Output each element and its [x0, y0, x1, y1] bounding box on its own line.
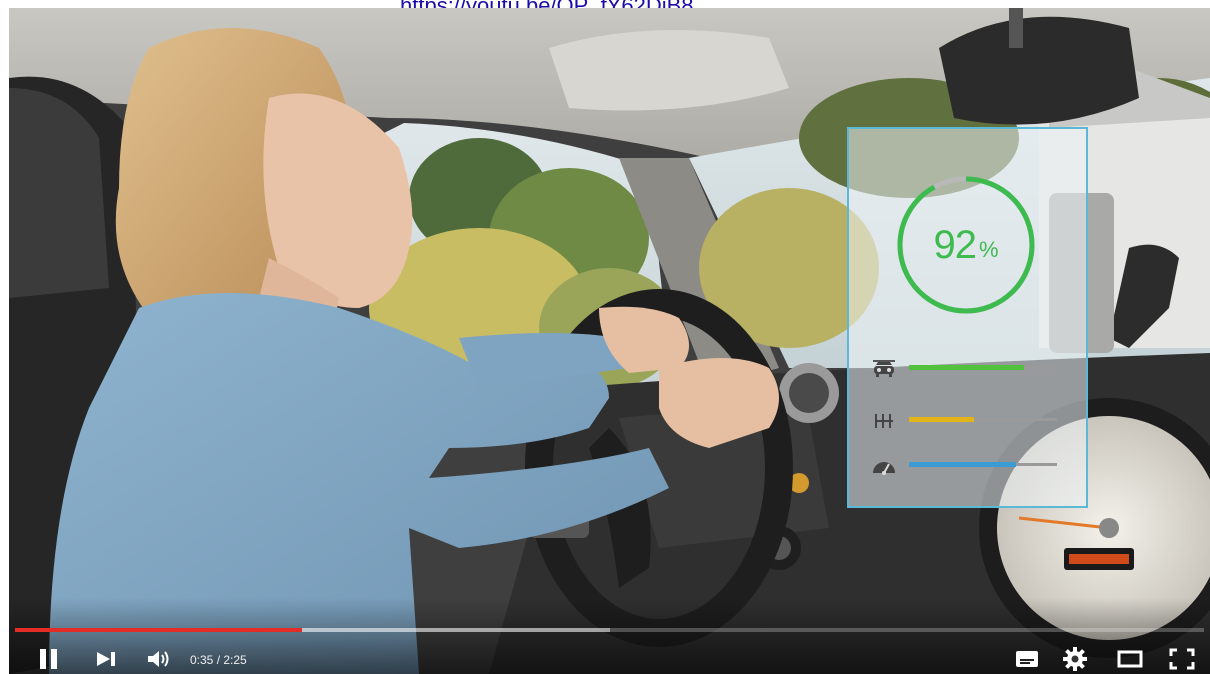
- metric-track-gear: [909, 417, 1057, 422]
- metric-row-speed: [871, 454, 1071, 478]
- score-readout: 92%: [885, 164, 1047, 326]
- time-display: 0:35 / 2:25: [190, 653, 247, 667]
- metric-row-car: [871, 357, 1071, 381]
- metric-fill-gear: [909, 417, 975, 422]
- next-video-icon[interactable]: [93, 646, 121, 672]
- speedometer-icon: [873, 462, 895, 475]
- pause-icon[interactable]: [37, 646, 61, 672]
- video-player[interactable]: 92% 0:35 / 2:25: [9, 8, 1210, 674]
- volume-icon[interactable]: [145, 646, 173, 672]
- metric-track-car: [909, 365, 1057, 370]
- captions-icon[interactable]: [1013, 646, 1041, 672]
- theater-mode-icon[interactable]: [1115, 646, 1145, 672]
- car-front-icon: [873, 360, 895, 377]
- settings-gear-icon[interactable]: [1061, 646, 1089, 672]
- gear-shift-icon: [875, 414, 893, 428]
- metric-fill-speed: [909, 462, 1016, 467]
- driving-score-panel: 92%: [847, 127, 1088, 508]
- metric-track-speed: [909, 462, 1057, 467]
- played-progress: [15, 628, 303, 632]
- score-unit: %: [978, 237, 999, 262]
- video-progress-bar[interactable]: [15, 628, 1204, 632]
- fullscreen-icon[interactable]: [1167, 646, 1197, 672]
- metric-fill-car: [909, 365, 1025, 370]
- metric-row-gear: [871, 409, 1071, 433]
- score-value: 92: [933, 222, 976, 267]
